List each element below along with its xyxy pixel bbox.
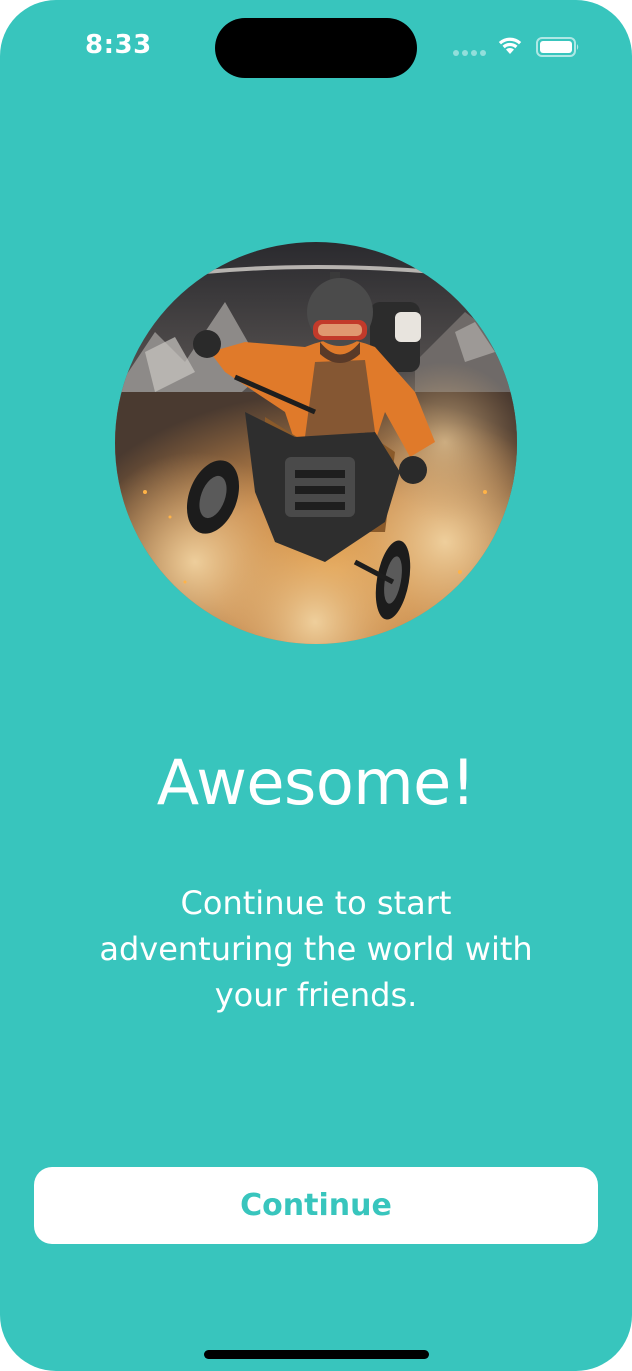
hero-image: [115, 242, 517, 644]
adventure-rider-photo: [115, 242, 517, 644]
dynamic-island: [215, 18, 417, 78]
page-title: Awesome!: [156, 746, 476, 819]
continue-button-label: Continue: [240, 1188, 392, 1223]
wifi-icon: [498, 37, 522, 54]
continue-button[interactable]: Continue: [34, 1167, 598, 1244]
page-subtitle: Continue to start adventuring the world …: [99, 884, 533, 1014]
status-time: 8:33: [85, 30, 152, 60]
signal-icon: [453, 50, 486, 56]
home-indicator[interactable]: [204, 1350, 429, 1359]
screen: 8:33 Awesome! Continue to start adventur…: [0, 0, 632, 1371]
battery-icon: [536, 37, 579, 57]
